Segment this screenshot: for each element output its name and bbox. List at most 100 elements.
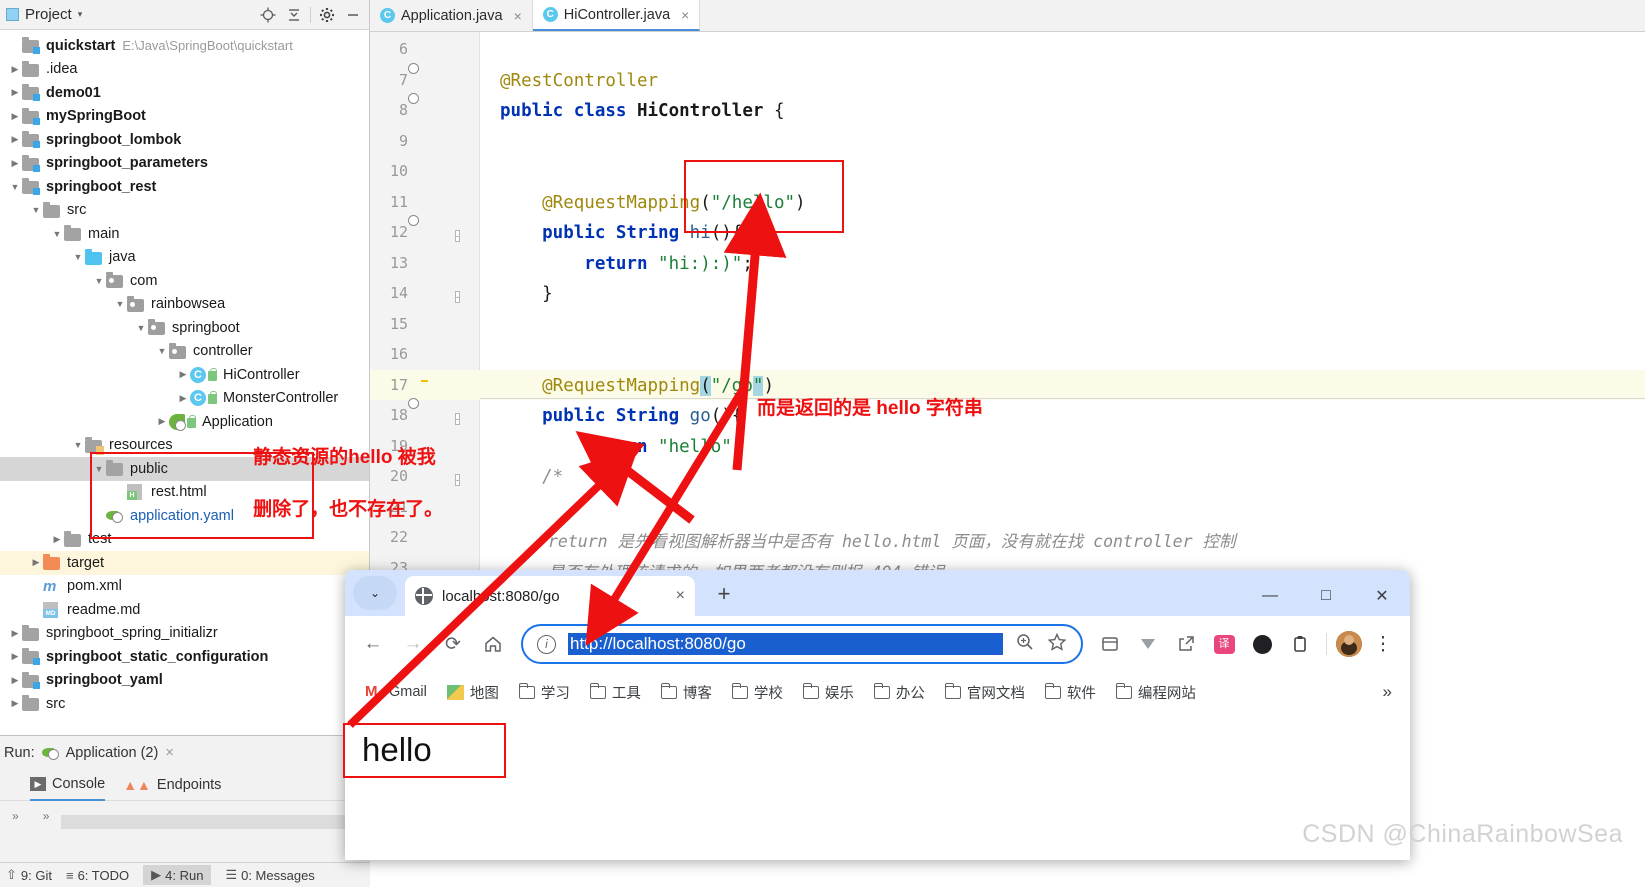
expand-arrow-icon[interactable] xyxy=(113,299,127,309)
expand-arrow-icon[interactable] xyxy=(8,675,22,686)
code-line[interactable]: /* xyxy=(500,467,563,487)
tree-node-springboot-yaml[interactable]: springboot_yaml xyxy=(0,669,369,693)
code-line[interactable]: public class HiController { xyxy=(500,101,784,121)
code-fold-icon[interactable]: - xyxy=(455,409,460,427)
bookmark-学习[interactable]: 学习 xyxy=(511,679,578,706)
code-line[interactable]: return 是先看视图解析器当中是否有 hello.html 页面，没有就在找… xyxy=(548,528,1235,552)
code-line[interactable]: } xyxy=(500,284,553,304)
status-item-4--run[interactable]: ▶ 4: Run xyxy=(143,865,212,885)
translate-icon[interactable]: 译 xyxy=(1207,627,1241,661)
tree-node-demo01[interactable]: demo01 xyxy=(0,81,369,105)
expand-arrow-icon[interactable] xyxy=(8,182,22,192)
bookmark-博客[interactable]: 博客 xyxy=(653,679,720,706)
expand-arrow-icon[interactable] xyxy=(134,323,148,333)
settings-gear-icon[interactable] xyxy=(317,5,337,25)
close-icon[interactable]: × xyxy=(676,587,685,605)
bookmark-官网文档[interactable]: 官网文档 xyxy=(937,679,1033,706)
tree-node-pom-xml[interactable]: m pom.xml xyxy=(0,575,369,599)
run-tab-console[interactable]: ▶ Console xyxy=(30,769,106,801)
code-line[interactable]: @RequestMapping("/go") xyxy=(500,375,774,396)
tree-node-springboot-parameters[interactable]: springboot_parameters xyxy=(0,152,369,176)
close-icon[interactable]: × xyxy=(514,8,522,24)
forward-button[interactable]: → xyxy=(395,626,431,662)
project-panel-title[interactable]: Project xyxy=(25,6,72,23)
bookmark-编程网站[interactable]: 编程网站 xyxy=(1108,679,1204,706)
maximize-button[interactable]: □ xyxy=(1298,576,1354,616)
code-line[interactable]: return "hi:):)"; xyxy=(500,254,753,274)
reading-list-icon[interactable] xyxy=(1093,627,1127,661)
zoom-icon[interactable] xyxy=(1015,632,1035,657)
expand-arrow-icon[interactable] xyxy=(8,87,22,98)
editor-tab-bar[interactable]: C Application.java × C HiController.java × xyxy=(370,0,1645,32)
bookmark-学校[interactable]: 学校 xyxy=(724,679,791,706)
address-bar[interactable]: i http://localhost:8080/go xyxy=(521,624,1083,664)
expand-arrow-icon[interactable] xyxy=(71,252,85,262)
tree-node-com[interactable]: com xyxy=(0,269,369,293)
browser-tab[interactable]: localhost:8080/go × xyxy=(405,576,695,616)
expand-arrow-icon[interactable] xyxy=(71,440,85,450)
collapse-all-icon[interactable] xyxy=(284,5,304,25)
close-icon[interactable]: × xyxy=(165,745,173,761)
tree-node-monstercontroller[interactable]: C MonsterController xyxy=(0,387,369,411)
run-config-name[interactable]: Application (2) xyxy=(66,745,159,761)
bookmarks-overflow-button[interactable]: » xyxy=(1383,682,1398,702)
expand-icon-2[interactable]: » xyxy=(31,801,62,831)
url-text[interactable]: http://localhost:8080/go xyxy=(568,633,1003,655)
chevron-down-icon[interactable]: ▾ xyxy=(78,9,83,20)
expand-arrow-icon[interactable] xyxy=(176,393,190,404)
tab-search-chevron-icon[interactable]: ⌄ xyxy=(353,576,397,610)
run-tab-endpoints[interactable]: ▲▲ Endpoints xyxy=(123,769,221,801)
expand-arrow-icon[interactable] xyxy=(8,64,22,75)
project-tree[interactable]: quickstart E:\Java\SpringBoot\quickstart.… xyxy=(0,30,369,716)
expand-arrow-icon[interactable] xyxy=(8,111,22,122)
status-item-0--messages[interactable]: ☰ 0: Messages xyxy=(225,867,314,883)
code-line[interactable]: public String go(){ xyxy=(500,406,742,426)
code-line[interactable]: @RestController xyxy=(500,71,658,91)
locate-icon[interactable] xyxy=(258,5,278,25)
tree-node-springboot-static-configuration[interactable]: springboot_static_configuration xyxy=(0,645,369,669)
bookmark-软件[interactable]: 软件 xyxy=(1037,679,1104,706)
profile-avatar[interactable] xyxy=(1336,631,1362,657)
editor-tab-hicontroller-java[interactable]: C HiController.java × xyxy=(532,0,701,31)
bookmark-娱乐[interactable]: 娱乐 xyxy=(795,679,862,706)
expand-arrow-icon[interactable] xyxy=(29,557,43,568)
tree-node-springboot[interactable]: springboot xyxy=(0,316,369,340)
expand-arrow-icon[interactable] xyxy=(176,369,190,380)
expand-arrow-icon[interactable] xyxy=(8,134,22,145)
run-panel-tabs[interactable]: ▶ Console ▲▲ Endpoints xyxy=(0,769,370,801)
bookmark-办公[interactable]: 办公 xyxy=(866,679,933,706)
status-item-9--git[interactable]: ⇧ 9: Git xyxy=(6,867,52,883)
tree-node--idea[interactable]: .idea xyxy=(0,58,369,82)
minimize-icon[interactable] xyxy=(343,5,363,25)
back-button[interactable]: ← xyxy=(355,626,391,662)
tree-node-quickstart[interactable]: quickstart E:\Java\SpringBoot\quickstart xyxy=(0,34,369,58)
tree-node-target[interactable]: target xyxy=(0,551,369,575)
bookmark-Gmail[interactable]: M Gmail xyxy=(357,681,435,703)
close-icon[interactable]: × xyxy=(681,7,689,23)
tree-node-readme-md[interactable]: readme.md xyxy=(0,598,369,622)
code-fold-icon[interactable]: - xyxy=(455,226,460,244)
site-info-icon[interactable]: i xyxy=(537,634,556,654)
minimize-button[interactable]: — xyxy=(1242,576,1298,616)
tree-node-rainbowsea[interactable]: rainbowsea xyxy=(0,293,369,317)
expand-arrow-icon[interactable] xyxy=(8,651,22,662)
extension-dark-icon[interactable] xyxy=(1245,627,1279,661)
ide-status-bar[interactable]: ⇧ 9: Git ≡ 6: TODO ▶ 4: Run ☰ 0: Messages xyxy=(0,862,370,887)
star-icon[interactable] xyxy=(1047,632,1067,657)
tree-node-springboot-lombok[interactable]: springboot_lombok xyxy=(0,128,369,152)
tree-node-springboot-rest[interactable]: springboot_rest xyxy=(0,175,369,199)
expand-arrow-icon[interactable] xyxy=(155,346,169,356)
expand-arrow-icon[interactable] xyxy=(8,628,22,639)
tree-node-hicontroller[interactable]: C HiController xyxy=(0,363,369,387)
tree-node-myspringboot[interactable]: mySpringBoot xyxy=(0,105,369,129)
expand-arrow-icon[interactable] xyxy=(8,158,22,169)
browser-menu-button[interactable]: ⋮ xyxy=(1366,627,1400,661)
expand-arrow-icon[interactable] xyxy=(29,205,43,215)
download-manager-icon[interactable] xyxy=(1131,627,1165,661)
expand-arrow-icon[interactable] xyxy=(8,698,22,709)
share-icon[interactable] xyxy=(1169,627,1203,661)
expand-icon[interactable]: » xyxy=(0,801,31,831)
expand-arrow-icon[interactable] xyxy=(50,534,64,545)
tree-node-main[interactable]: main xyxy=(0,222,369,246)
tree-node-src[interactable]: src xyxy=(0,692,369,716)
